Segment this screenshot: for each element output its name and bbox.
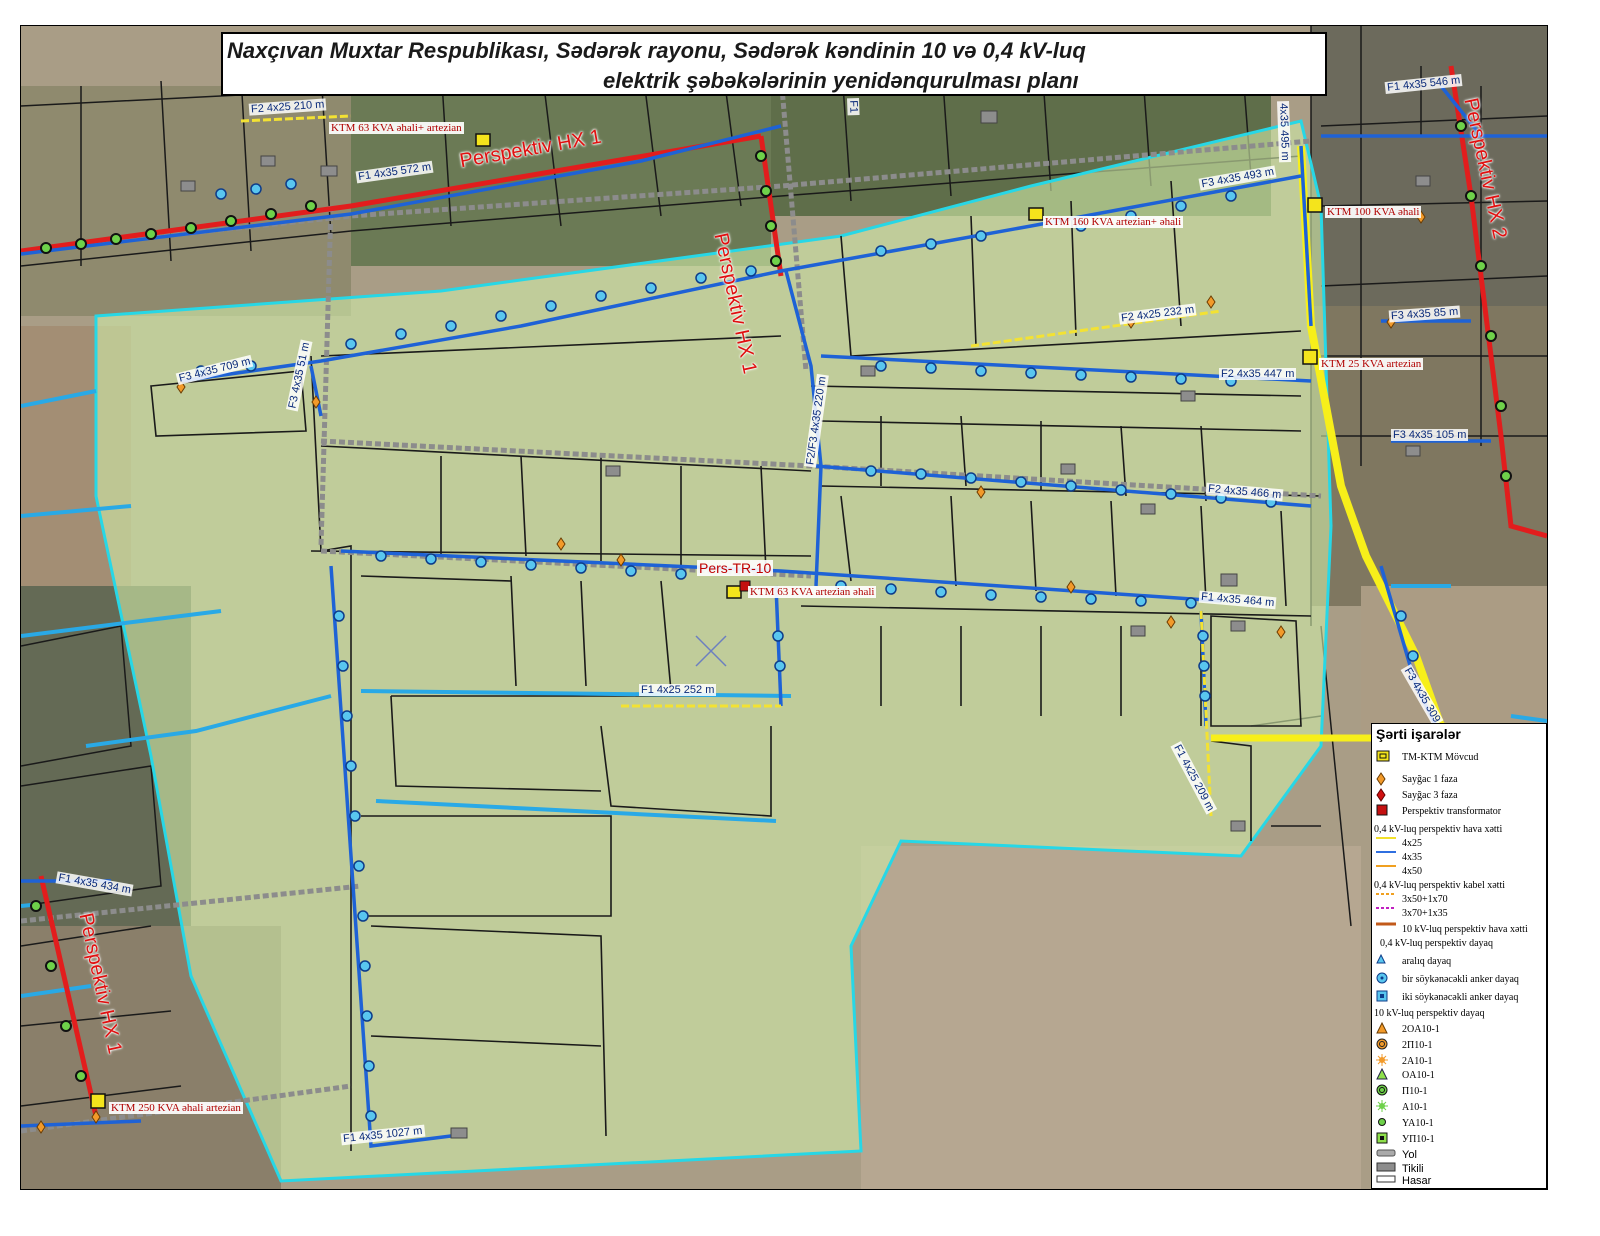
pole-oa-icon xyxy=(1376,1068,1396,1082)
line-label-f1-252[interactable]: F1 4x25 252 m xyxy=(639,684,717,696)
line-label-f2-447[interactable]: F2 4x35 447 m xyxy=(1219,368,1297,380)
legend-panel: Şərti işarələr TM-KTM Mövcud Sayğac 1 fa… xyxy=(1371,723,1547,1189)
legend-cable-3x50: 3x50+1x70 xyxy=(1376,892,1448,906)
line-4x50-icon xyxy=(1376,864,1396,878)
perspective-transformer-icon xyxy=(1376,804,1396,818)
legend-pole10-ya: YA10-1 xyxy=(1376,1116,1434,1130)
pole-up-icon xyxy=(1376,1132,1396,1146)
meter-3-phase-icon xyxy=(1376,788,1396,802)
line-label-f3-105[interactable]: F3 4x35 105 m xyxy=(1391,429,1469,441)
legend-line-4x35: 4x35 xyxy=(1376,850,1422,864)
line-4x25-icon xyxy=(1376,836,1396,850)
legend-cable-3x70: 3x70+1x35 xyxy=(1376,906,1448,920)
pole-p-icon xyxy=(1376,1084,1396,1098)
legend-item-existing-transformer: TM-KTM Mövcud xyxy=(1376,750,1478,764)
single-anchor-pole-icon xyxy=(1376,972,1396,986)
legend-pole-double-anchor: iki söykənəcəkli anker dayaq xyxy=(1376,990,1518,1004)
ktm-label-6[interactable]: KTM 250 KVA əhali artezian xyxy=(109,1102,243,1114)
legend-road: Yol xyxy=(1376,1148,1417,1162)
legend-item-perspective-transformer: Perspektiv transformator xyxy=(1376,804,1501,818)
pole-2a-icon xyxy=(1376,1054,1396,1068)
map-svg xyxy=(21,26,1547,1189)
legend-pole10-2oa: 2OA10-1 xyxy=(1376,1022,1440,1036)
line-label-f1[interactable]: F1 xyxy=(847,98,860,116)
legend-pole04-heading: 0,4 kV-luq perspektiv dayaq xyxy=(1380,938,1493,949)
ktm-label-3[interactable]: KTM 100 KVA əhali xyxy=(1325,206,1422,218)
pers-tr-label[interactable]: Pers-TR-10 xyxy=(697,560,774,576)
legend-pole10-2a: 2A10-1 xyxy=(1376,1054,1433,1068)
legend-pole10-p: П10-1 xyxy=(1376,1084,1428,1098)
legend-fence: Hasar xyxy=(1376,1174,1431,1188)
cable-3x50-icon xyxy=(1376,892,1396,906)
fence-icon xyxy=(1376,1174,1396,1188)
legend-title: Şərti işarələr xyxy=(1376,726,1461,742)
pole-ya-icon xyxy=(1376,1116,1396,1130)
ktm-label-5[interactable]: KTM 63 KVA artezian əhali xyxy=(748,586,877,598)
legend-pole10-a: A10-1 xyxy=(1376,1100,1428,1114)
legend-item-meter-1: Sayğac 1 faza xyxy=(1376,772,1458,786)
legend-overhead-heading: 0,4 kV-luq perspektiv hava xətti xyxy=(1374,824,1503,835)
pole-a-icon xyxy=(1376,1100,1396,1114)
road-icon xyxy=(1376,1148,1396,1162)
line-label-495[interactable]: 4x35 495 m xyxy=(1277,101,1292,163)
legend-line-4x25: 4x25 xyxy=(1376,836,1422,850)
legend-cable-heading: 0,4 kV-luq perspektiv kabel xətti xyxy=(1374,880,1505,891)
legend-pole10-up: УП10-1 xyxy=(1376,1132,1435,1146)
meter-1-phase-icon xyxy=(1376,772,1396,786)
ktm-label-2[interactable]: KTM 160 KVA artezian+ əhali xyxy=(1043,216,1184,228)
double-anchor-pole-icon xyxy=(1376,990,1396,1004)
existing-transformer-icon xyxy=(1376,750,1396,764)
map-title-box: Naxçıvan Muxtar Respublikası, Sədərək ra… xyxy=(221,32,1327,96)
legend-pole10-oa: OA10-1 xyxy=(1376,1068,1435,1082)
pole-2oa-icon xyxy=(1376,1022,1396,1036)
map-canvas[interactable]: Naxçıvan Muxtar Respublikası, Sədərək ra… xyxy=(20,25,1548,1190)
ktm-label-1[interactable]: KTM 63 KVA əhali+ artezian xyxy=(329,122,464,134)
legend-item-meter-3: Sayğac 3 faza xyxy=(1376,788,1458,802)
legend-pole-single-anchor: bir söykənəcəkli anker dayaq xyxy=(1376,972,1519,986)
legend-hv-line: 10 kV-luq perspektiv hava xətti xyxy=(1376,922,1528,936)
pole-2p-icon xyxy=(1376,1038,1396,1052)
legend-pole-intermediate: aralıq dayaq xyxy=(1376,954,1451,968)
map-title-line1: Naxçıvan Muxtar Respublikası, Sədərək ra… xyxy=(227,38,1086,63)
ktm-label-4[interactable]: KTM 25 KVA artezian xyxy=(1319,358,1424,370)
map-title-line2: elektrik şəbəkələrinin yenidənqurulması … xyxy=(603,68,1079,93)
hv-line-icon xyxy=(1376,922,1396,936)
intermediate-pole-icon xyxy=(1376,954,1396,968)
legend-pole10-2p: 2П10-1 xyxy=(1376,1038,1433,1052)
legend-line-4x50: 4x50 xyxy=(1376,864,1422,878)
legend-pole10-heading: 10 kV-luq perspektiv dayaq xyxy=(1374,1008,1485,1019)
line-4x35-icon xyxy=(1376,850,1396,864)
cable-3x70-icon xyxy=(1376,906,1396,920)
